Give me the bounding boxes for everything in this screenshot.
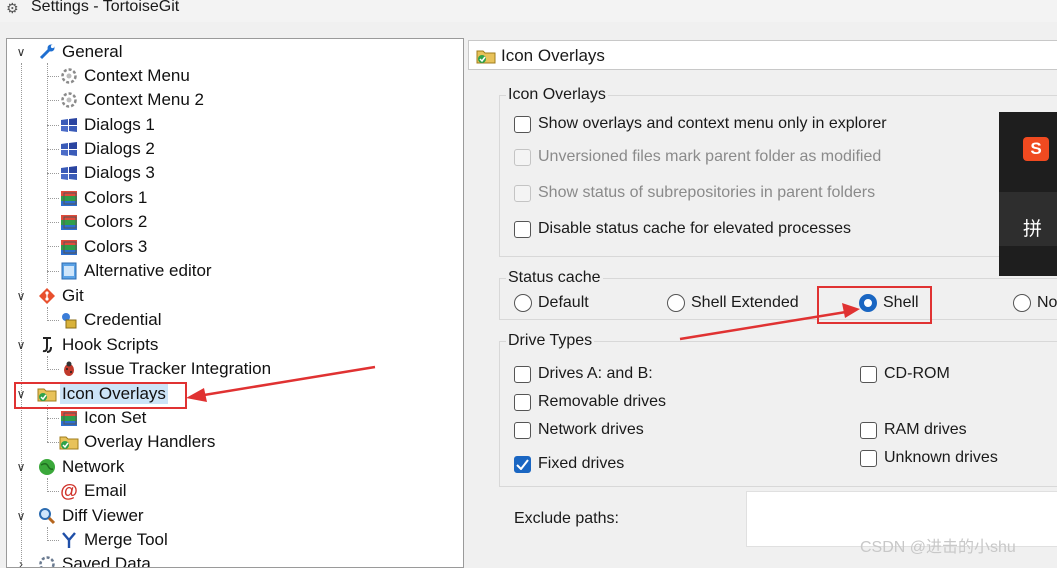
- tree-item-dialogs-2[interactable]: Dialogs 2: [37, 137, 157, 161]
- title-bar: ⚙ Settings - TortoiseGit: [0, 0, 1057, 22]
- overlay-folder-icon: [475, 47, 497, 70]
- unknown-drives-checkbox[interactable]: Unknown drives: [860, 449, 998, 467]
- checkbox-box[interactable]: [514, 185, 531, 202]
- checkbox-box[interactable]: [860, 366, 877, 383]
- checkbox-box[interactable]: [514, 366, 531, 383]
- chevron-down-icon[interactable]: ∨: [15, 333, 27, 357]
- drives-a-b-checkbox[interactable]: Drives A: and B:: [514, 365, 653, 383]
- colors-icon: [59, 189, 79, 207]
- pinyin-mode-button[interactable]: 拼: [1023, 214, 1042, 241]
- tortoisegit-gear-icon: ⚙: [6, 0, 19, 17]
- tree-item-general[interactable]: ∨ General: [11, 40, 124, 64]
- tree-item-diff-viewer[interactable]: ∨ Diff Viewer: [11, 504, 146, 528]
- tree-item-issue-tracker[interactable]: Issue Tracker Integration: [37, 357, 273, 381]
- sogou-logo-icon[interactable]: S: [1023, 137, 1049, 161]
- settings-tree[interactable]: ∨ General Context Menu Context Menu 2 Di…: [6, 38, 464, 568]
- show-overlays-explorer-checkbox[interactable]: Show overlays and context menu only in e…: [514, 115, 887, 133]
- chevron-down-icon[interactable]: ∨: [15, 40, 27, 64]
- watermark: CSDN @进击的小shu: [860, 533, 1016, 557]
- wrench-icon: [37, 43, 57, 61]
- chevron-down-icon[interactable]: ∨: [15, 284, 27, 308]
- bug-icon: [59, 360, 79, 378]
- tree-item-colors-2[interactable]: Colors 2: [37, 210, 149, 234]
- tree-item-colors-3[interactable]: Colors 3: [37, 235, 149, 259]
- drive-types-group-title: Drive Types: [506, 332, 594, 350]
- overlay-folder-icon: [59, 433, 79, 451]
- ram-drives-checkbox[interactable]: RAM drives: [860, 421, 967, 439]
- annotation-box-shell: [817, 286, 932, 324]
- cd-rom-checkbox[interactable]: CD-ROM: [860, 365, 950, 383]
- colors-icon: [59, 238, 79, 256]
- globe-icon: [37, 458, 57, 476]
- tree-item-context-menu[interactable]: Context Menu: [37, 64, 192, 88]
- disable-status-cache-elevated-checkbox[interactable]: Disable status cache for elevated proces…: [514, 220, 851, 238]
- unversioned-parent-modified-checkbox[interactable]: Unversioned files mark parent folder as …: [514, 148, 881, 166]
- radio-circle[interactable]: [514, 294, 532, 312]
- tree-item-credential[interactable]: Credential: [37, 308, 164, 332]
- checkbox-box[interactable]: [514, 116, 531, 133]
- hook-icon: [37, 336, 57, 354]
- annotation-box-icon-overlays: [14, 382, 187, 409]
- network-drives-checkbox[interactable]: Network drives: [514, 421, 644, 439]
- tree-item-icon-set[interactable]: Icon Set: [37, 406, 148, 430]
- radio-circle[interactable]: [667, 294, 685, 312]
- status-cache-none-radio[interactable]: No: [1013, 294, 1057, 312]
- removable-drives-checkbox[interactable]: Removable drives: [514, 393, 666, 411]
- tree-item-git[interactable]: ∨ Git: [11, 284, 86, 308]
- checkbox-box[interactable]: [860, 450, 877, 467]
- chevron-right-icon[interactable]: ›: [15, 552, 27, 568]
- tree-item-email[interactable]: @ Email: [37, 479, 129, 503]
- checkbox-box[interactable]: [860, 422, 877, 439]
- checkbox-box[interactable]: [514, 394, 531, 411]
- magnifier-icon: [37, 507, 57, 525]
- tree-item-colors-1[interactable]: Colors 1: [37, 186, 149, 210]
- radio-circle[interactable]: [1013, 294, 1031, 312]
- credential-icon: [59, 311, 79, 329]
- tree-item-hook-scripts[interactable]: ∨ Hook Scripts: [11, 333, 160, 357]
- tree-item-context-menu-2[interactable]: Context Menu 2: [37, 88, 206, 112]
- tree-item-network[interactable]: ∨ Network: [11, 455, 126, 479]
- tree-item-merge-tool[interactable]: Merge Tool: [37, 528, 170, 552]
- colors-icon: [59, 409, 79, 427]
- chevron-down-icon[interactable]: ∨: [15, 504, 27, 528]
- panel-header: Icon Overlays: [468, 40, 1057, 70]
- editor-icon: [59, 262, 79, 280]
- exclude-paths-label: Exclude paths:: [514, 510, 619, 528]
- status-cache-default-radio[interactable]: Default: [514, 294, 589, 312]
- windows-flag-icon: [59, 116, 79, 134]
- checkmark-icon[interactable]: [514, 456, 531, 473]
- status-cache-group-title: Status cache: [506, 269, 603, 287]
- tree-item-saved-data[interactable]: › Saved Data: [11, 552, 153, 568]
- colors-icon: [59, 213, 79, 231]
- merge-icon: [59, 531, 79, 549]
- window-title: Settings - TortoiseGit: [31, 0, 179, 16]
- git-icon: [37, 287, 57, 305]
- status-cache-shell-extended-radio[interactable]: Shell Extended: [667, 294, 799, 312]
- checkbox-box[interactable]: [514, 221, 531, 238]
- windows-flag-icon: [59, 140, 79, 158]
- fixed-drives-checkbox[interactable]: Fixed drives: [514, 455, 624, 473]
- tree-item-dialogs-3[interactable]: Dialogs 3: [37, 161, 157, 185]
- at-sign-icon: @: [59, 482, 79, 500]
- gear-icon: [59, 91, 79, 109]
- tree-item-alternative-editor[interactable]: Alternative editor: [37, 259, 214, 283]
- subrepositories-status-checkbox[interactable]: Show status of subrepositories in parent…: [514, 184, 875, 202]
- icon-overlays-group-title: Icon Overlays: [506, 86, 608, 104]
- tree-item-dialogs-1[interactable]: Dialogs 1: [37, 113, 157, 137]
- tree-item-overlay-handlers[interactable]: Overlay Handlers: [37, 430, 217, 454]
- chevron-down-icon[interactable]: ∨: [15, 455, 27, 479]
- panel-title: Icon Overlays: [501, 46, 605, 66]
- windows-flag-icon: [59, 164, 79, 182]
- checkbox-box[interactable]: [514, 422, 531, 439]
- ime-toolbar[interactable]: S 拼: [999, 112, 1057, 276]
- checkbox-box[interactable]: [514, 149, 531, 166]
- gear-icon: [59, 67, 79, 85]
